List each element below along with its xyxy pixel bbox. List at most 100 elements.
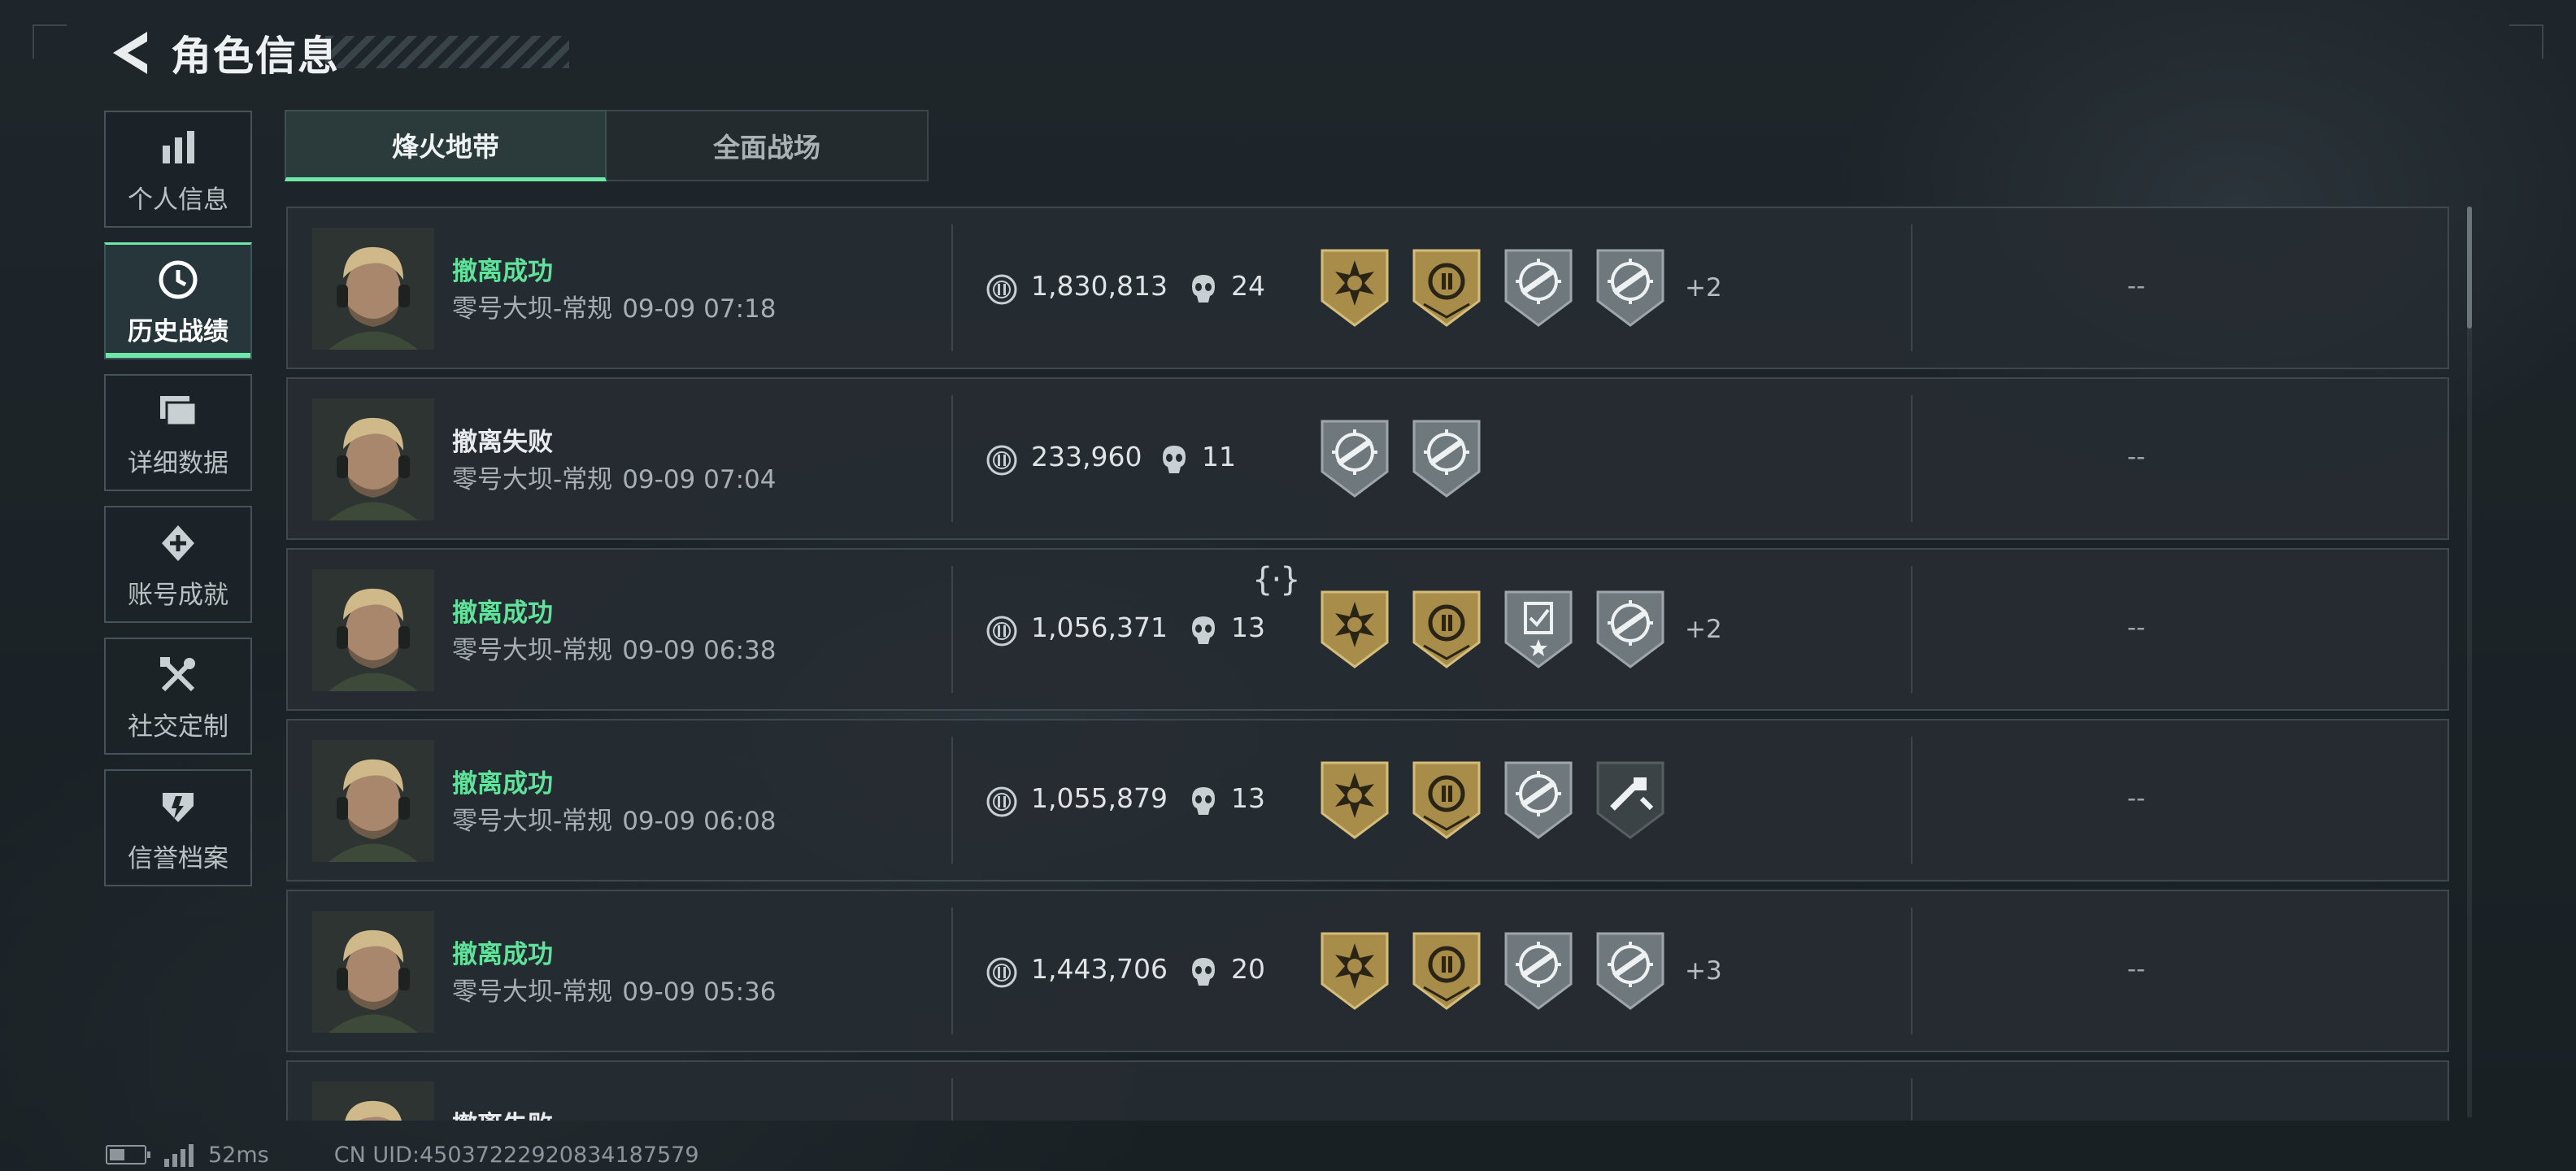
match-row[interactable]: 撤离成功 零号大坝-常规 09-09 06:08 1,055,879 13 -- (286, 719, 2449, 882)
badge-list: +3 (1319, 930, 1722, 1012)
extra-value: -- (2127, 613, 2146, 642)
column-divider (1911, 224, 1912, 351)
clock-icon (154, 255, 202, 304)
map-name: 零号大坝-常规 (452, 636, 613, 665)
kill-count: 13 (1231, 612, 1265, 643)
map-name: 零号大坝-常规 (452, 465, 613, 494)
more-badges-count[interactable]: +2 (1685, 273, 1722, 303)
back-arrow-icon (113, 32, 147, 74)
silver-gun-badge-icon[interactable] (1595, 930, 1666, 1012)
match-info: 零号大坝-常规 09-09 06:08 (452, 800, 776, 837)
silver-gun-badge-icon[interactable] (1595, 247, 1666, 329)
achievement-icon (154, 519, 202, 568)
cursor-indicator: {·} (1252, 561, 1301, 599)
gold-sun-badge-icon[interactable] (1319, 930, 1390, 1012)
kill-skull-icon (1161, 444, 1187, 475)
badge-list (1319, 418, 1503, 499)
match-info: 零号大坝-常规 09-09 07:18 (452, 288, 776, 324)
column-divider (951, 224, 953, 351)
sidebar-item-achievements[interactable]: 账号成就 (104, 506, 252, 623)
kill-skull-icon (1190, 956, 1216, 987)
match-time: 09-09 07:18 (622, 294, 777, 324)
ping-text: 52ms (208, 1142, 269, 1168)
extra-value: -- (2127, 442, 2146, 472)
sidebar-item-detailed-data[interactable]: 详细数据 (104, 374, 252, 491)
match-time: 09-09 05:36 (622, 977, 777, 1007)
status-footer: 52ms CN UID:45037222920834187579 (106, 1138, 699, 1171)
money-value: 1,830,813 (1031, 270, 1168, 302)
column-divider (1911, 908, 1912, 1034)
back-button[interactable] (106, 24, 154, 81)
silver-gun-badge-icon[interactable] (1503, 247, 1574, 329)
badge-list (1319, 760, 1686, 841)
avatar (312, 569, 434, 691)
silver-gun-badge-icon[interactable] (1503, 760, 1574, 841)
gold-coin-badge-icon[interactable] (1411, 930, 1482, 1012)
extraction-status: 撤离成功 (452, 257, 553, 286)
sidebar-item-label: 账号成就 (128, 580, 228, 610)
match-row[interactable]: 撤离失败 (286, 1060, 2449, 1121)
silver-gun-badge-icon[interactable] (1411, 418, 1482, 499)
more-badges-count[interactable]: +3 (1685, 956, 1722, 986)
match-info: 零号大坝-常规 09-09 05:36 (452, 971, 776, 1008)
kill-count: 24 (1231, 270, 1265, 302)
avatar (312, 911, 434, 1033)
money-value: 1,055,879 (1031, 782, 1168, 814)
extraction-status: 撤离成功 (452, 599, 553, 628)
extra-value: -- (2127, 784, 2146, 813)
match-row[interactable]: 撤离成功 零号大坝-常规 09-09 07:18 1,830,813 24 +2 -- (286, 207, 2449, 369)
money-value: 1,443,706 (1031, 953, 1168, 985)
gold-coin-badge-icon[interactable] (1411, 760, 1482, 841)
gold-sun-badge-icon[interactable] (1319, 760, 1390, 841)
scrollbar-thumb[interactable] (2467, 207, 2472, 329)
gold-coin-badge-icon[interactable] (1411, 247, 1482, 329)
sidebar: 个人信息 历史战绩 详细数据 账号成就 社交定制 信誉档案 (104, 111, 254, 901)
coin-icon (986, 956, 1018, 989)
extraction-status: 撤离成功 (452, 769, 553, 799)
scrollbar-track[interactable] (2467, 207, 2472, 1117)
column-divider (1911, 737, 1912, 864)
silver-clipboard-badge-icon[interactable] (1503, 589, 1574, 670)
silver-gun-badge-icon[interactable] (1595, 589, 1666, 670)
column-divider (1911, 1078, 1912, 1121)
sidebar-item-match-history[interactable]: 历史战绩 (104, 242, 252, 359)
coin-icon (986, 615, 1018, 647)
sidebar-item-credit-profile[interactable]: 信誉档案 (104, 769, 252, 886)
map-name: 零号大坝-常规 (452, 977, 613, 1007)
match-row[interactable]: 撤离失败 零号大坝-常规 09-09 07:04 233,960 11 -- (286, 377, 2449, 540)
gold-coin-badge-icon[interactable] (1411, 589, 1482, 670)
match-info: 零号大坝-常规 09-09 07:04 (452, 459, 776, 495)
silver-gun-badge-icon[interactable] (1503, 930, 1574, 1012)
map-name: 零号大坝-常规 (452, 294, 613, 324)
kill-skull-icon (1190, 786, 1216, 816)
match-info: 零号大坝-常规 09-09 06:38 (452, 629, 776, 666)
sidebar-item-personal-info[interactable]: 个人信息 (104, 111, 252, 228)
match-row[interactable]: 撤离成功 零号大坝-常规 09-09 05:36 1,443,706 20 +3 -- (286, 890, 2449, 1052)
gold-sun-badge-icon[interactable] (1319, 589, 1390, 670)
more-badges-count[interactable]: +2 (1685, 615, 1722, 644)
extraction-status: 撤离失败 (452, 428, 553, 457)
column-divider (1911, 395, 1912, 522)
tab-beacon-zone[interactable]: 烽火地带 (285, 110, 607, 181)
gold-sun-badge-icon[interactable] (1319, 247, 1390, 329)
tab-full-battlefield[interactable]: 全面战场 (607, 110, 929, 181)
map-name: 零号大坝-常规 (452, 807, 613, 836)
column-divider (951, 395, 953, 522)
coin-icon (986, 786, 1018, 818)
match-time: 09-09 06:08 (622, 807, 777, 836)
column-divider (951, 566, 953, 693)
sidebar-item-social-custom[interactable]: 社交定制 (104, 638, 252, 755)
mode-tabs: 烽火地带 全面战场 (285, 110, 929, 181)
silver-gun-badge-icon[interactable] (1319, 418, 1390, 499)
match-row[interactable]: 撤离成功 零号大坝-常规 09-09 06:38 1,056,371 13 +2 -- (286, 548, 2449, 711)
sidebar-item-label: 个人信息 (128, 185, 228, 215)
tools-icon (154, 651, 202, 699)
dark-tools-badge-icon[interactable] (1595, 760, 1666, 841)
kill-skull-icon (1190, 273, 1216, 304)
avatar (312, 398, 434, 520)
credit-shield-icon (154, 782, 202, 831)
column-divider (951, 737, 953, 864)
kill-count: 11 (1202, 441, 1236, 472)
page-title: 角色信息 (171, 33, 340, 80)
frame-corner (2509, 24, 2543, 59)
